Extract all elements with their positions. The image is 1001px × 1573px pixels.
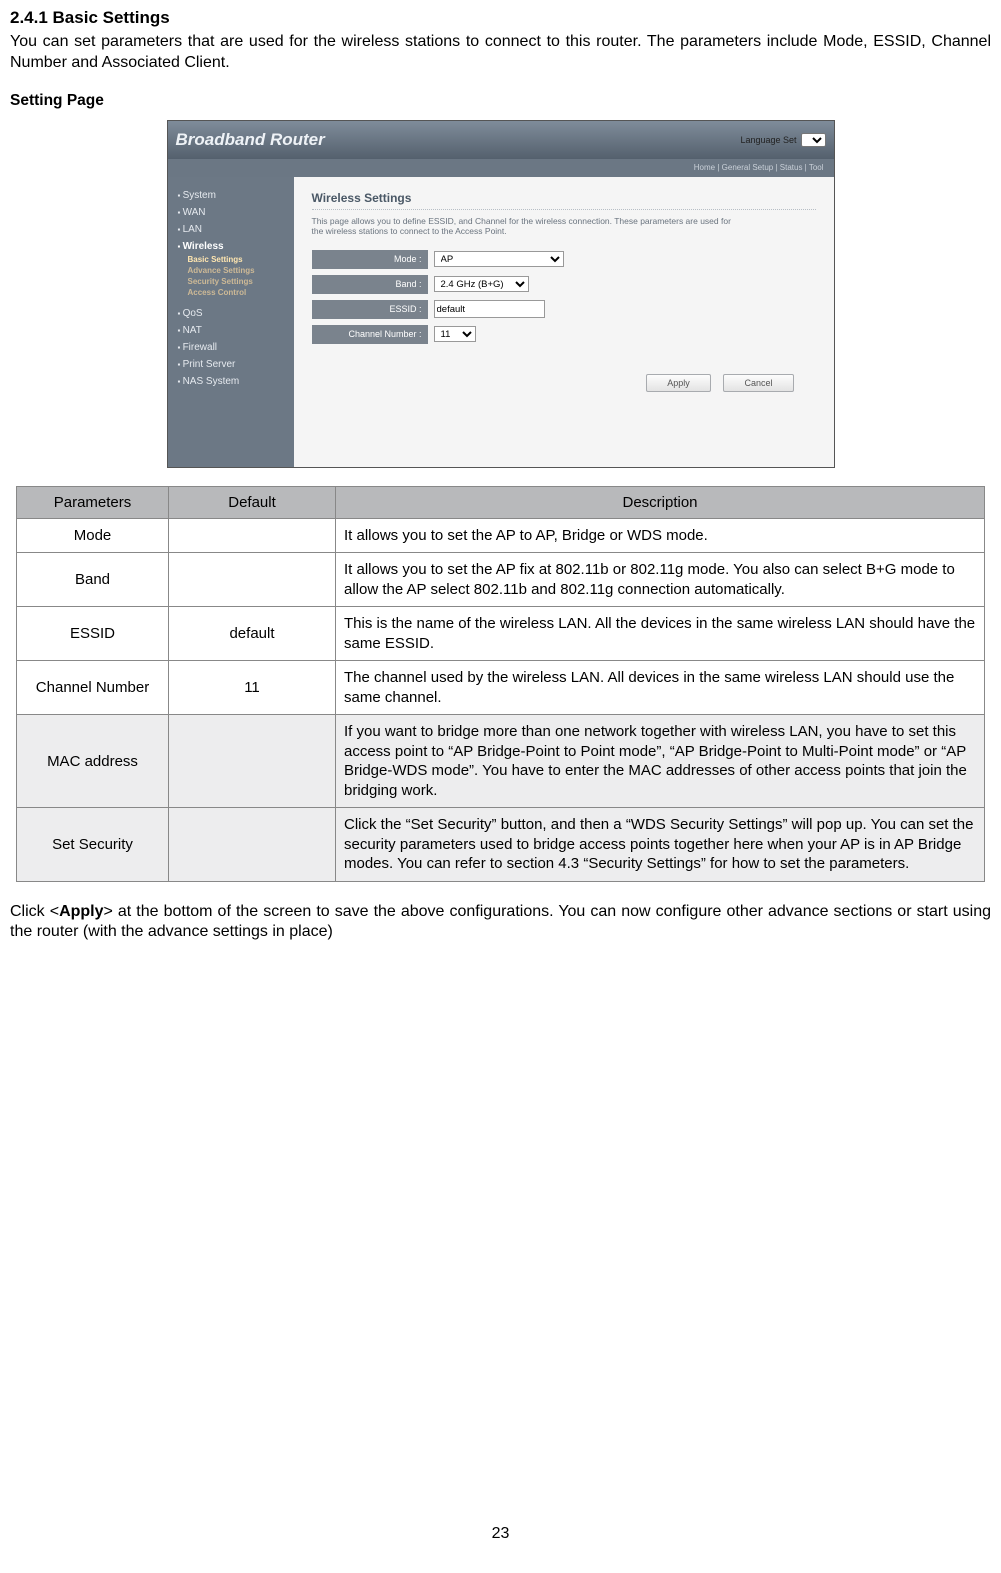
sidebar-item-nas-system[interactable]: NAS System: [168, 373, 294, 390]
page-number: 23: [0, 1525, 1001, 1543]
subnav-basic-settings[interactable]: Basic Settings: [184, 254, 294, 265]
ss-subnav: Home | General Setup | Status | Tool: [168, 159, 834, 177]
panel-title: Wireless Settings: [312, 191, 816, 210]
footer-paragraph: Click <Apply> at the bottom of the scree…: [10, 902, 991, 944]
router-screenshot: Broadband Router Language Set Home | Gen…: [167, 120, 835, 468]
sidebar-item-system[interactable]: System: [168, 187, 294, 204]
footer-suffix: > at the bottom of the screen to save th…: [10, 903, 991, 941]
sidebar-item-wan[interactable]: WAN: [168, 204, 294, 221]
band-label: Band :: [312, 275, 428, 294]
table-row: ESSID default This is the name of the wi…: [17, 607, 985, 661]
th-default: Default: [169, 486, 336, 518]
setting-page-heading: Setting Page: [10, 92, 991, 110]
sidebar-wireless-label: Wireless: [183, 241, 224, 252]
ss-sidebar: System WAN LAN Wireless Basic Settings A…: [168, 177, 294, 467]
sidebar-item-firewall[interactable]: Firewall: [168, 339, 294, 356]
sidebar-item-nat[interactable]: NAT: [168, 322, 294, 339]
subnav-access-control[interactable]: Access Control: [184, 287, 294, 298]
ss-titlebar: Broadband Router Language Set: [168, 121, 834, 159]
sidebar-item-qos[interactable]: QoS: [168, 305, 294, 322]
ss-title: Broadband Router: [176, 130, 325, 150]
sidebar-item-wireless[interactable]: Wireless Basic Settings Advance Settings…: [168, 238, 294, 305]
mode-select[interactable]: AP: [434, 251, 564, 267]
essid-input[interactable]: [434, 300, 545, 318]
sidebar-item-lan[interactable]: LAN: [168, 221, 294, 238]
sidebar-item-print-server[interactable]: Print Server: [168, 356, 294, 373]
table-row: Mode It allows you to set the AP to AP, …: [17, 518, 985, 553]
language-select[interactable]: [801, 133, 826, 147]
cancel-button[interactable]: Cancel: [723, 374, 793, 392]
table-row: Set Security Click the “Set Security” bu…: [17, 808, 985, 882]
footer-prefix: Click <: [10, 903, 59, 920]
channel-label: Channel Number :: [312, 325, 428, 344]
panel-desc: This page allows you to define ESSID, an…: [312, 216, 742, 236]
table-row: Band It allows you to set the AP fix at …: [17, 553, 985, 607]
intro-paragraph: You can set parameters that are used for…: [10, 32, 991, 74]
subnav-security-settings[interactable]: Security Settings: [184, 276, 294, 287]
table-row: Channel Number 11 The channel used by th…: [17, 661, 985, 715]
ss-main-panel: Wireless Settings This page allows you t…: [294, 177, 834, 467]
th-description: Description: [336, 486, 985, 518]
footer-apply-word: Apply: [59, 903, 103, 920]
table-row: MAC address If you want to bridge more t…: [17, 715, 985, 808]
ss-lang-label: Language Set: [740, 135, 796, 145]
essid-label: ESSID :: [312, 300, 428, 319]
subnav-advance-settings[interactable]: Advance Settings: [184, 265, 294, 276]
apply-button[interactable]: Apply: [646, 374, 711, 392]
channel-select[interactable]: 11: [434, 326, 476, 342]
th-parameters: Parameters: [17, 486, 169, 518]
parameters-table: Parameters Default Description Mode It a…: [16, 486, 985, 882]
band-select[interactable]: 2.4 GHz (B+G): [434, 276, 529, 292]
ss-lang-selector[interactable]: Language Set: [740, 133, 825, 147]
section-title: 2.4.1 Basic Settings: [10, 8, 991, 28]
mode-label: Mode :: [312, 250, 428, 269]
